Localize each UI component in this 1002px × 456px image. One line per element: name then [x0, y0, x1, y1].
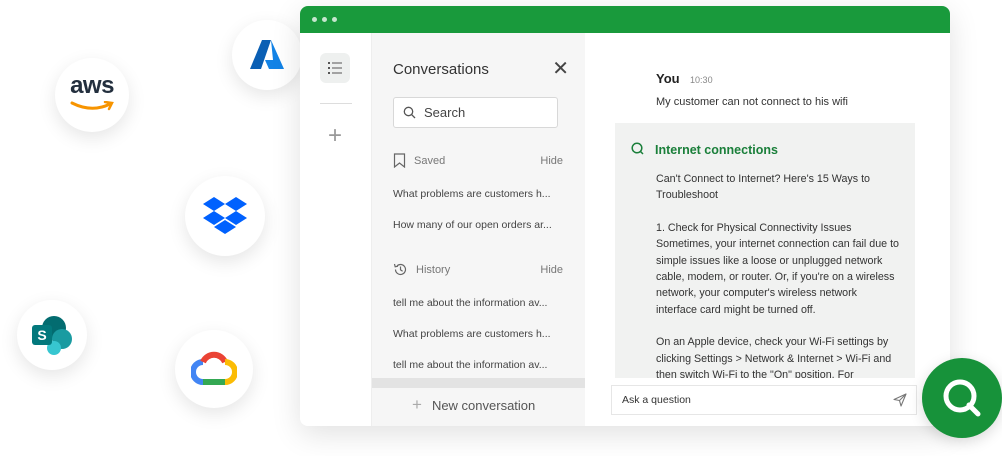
history-hide-link[interactable]: Hide — [540, 264, 563, 276]
answer-body: Can't Connect to Internet? Here's 15 Way… — [656, 171, 899, 378]
answer-title: Internet connections — [655, 143, 778, 157]
bookmark-icon — [393, 153, 406, 168]
rail-divider — [320, 103, 352, 104]
aws-logo: aws — [55, 58, 129, 132]
dropbox-logo — [185, 176, 265, 256]
history-icon — [393, 263, 407, 276]
search-icon — [403, 106, 416, 119]
answer-paragraph: On an Apple device, check your Wi-Fi set… — [656, 336, 892, 378]
assistant-logo-icon — [631, 142, 644, 155]
search-input[interactable] — [424, 105, 544, 120]
send-icon — [893, 393, 907, 407]
message-time: 10:30 — [690, 75, 713, 85]
conversations-panel: Conversations ✕ Saved Hide What problems… — [372, 33, 585, 426]
close-icon[interactable]: ✕ — [552, 59, 569, 79]
window-titlebar — [300, 6, 950, 33]
plus-icon: + — [412, 395, 422, 414]
question-field[interactable] — [611, 385, 917, 415]
send-button[interactable] — [893, 393, 907, 412]
history-section-header: History Hide — [393, 262, 563, 277]
user-name: You — [656, 71, 680, 86]
sharepoint-logo: S — [17, 300, 87, 370]
window-dot — [322, 17, 327, 22]
history-item[interactable]: tell me about the information av... — [393, 297, 563, 309]
svg-text:S: S — [37, 327, 46, 343]
assistant-logo-icon — [943, 379, 981, 417]
conversations-header: Conversations ✕ — [393, 59, 569, 79]
conversations-list-button[interactable] — [320, 53, 350, 83]
chat-area: You 10:30 My customer can not connect to… — [585, 33, 950, 426]
user-message-text: My customer can not connect to his wifi — [656, 96, 848, 108]
saved-item[interactable]: How many of our open orders ar... — [393, 219, 563, 231]
answer-card: Internet connections Can't Connect to In… — [615, 123, 915, 378]
history-item[interactable]: What problems are customers h... — [393, 328, 563, 340]
answer-paragraph: Can't Connect to Internet? Here's 15 Way… — [656, 173, 870, 202]
user-message: You 10:30 My customer can not connect to… — [656, 70, 848, 108]
saved-label: Saved — [414, 154, 446, 167]
saved-section-header: Saved Hide — [393, 153, 563, 168]
plus-icon: + — [327, 122, 342, 149]
azure-icon — [250, 40, 284, 69]
new-conversation-label: New conversation — [431, 397, 536, 413]
list-icon — [328, 62, 342, 74]
sharepoint-icon: S — [32, 316, 72, 355]
question-input[interactable] — [622, 394, 882, 406]
google-cloud-icon — [191, 351, 237, 385]
saved-item[interactable]: What problems are customers h... — [393, 188, 563, 200]
nav-rail: + — [300, 33, 372, 426]
window-dot — [312, 17, 317, 22]
window-dot — [332, 17, 337, 22]
answer-paragraph: 1. Check for Physical Connectivity Issue… — [656, 221, 899, 316]
new-chat-button[interactable]: + — [320, 121, 350, 151]
dropbox-icon — [203, 197, 247, 234]
new-conversation-button[interactable]: + New conversation — [412, 395, 535, 415]
saved-hide-link[interactable]: Hide — [540, 155, 563, 167]
conversations-title: Conversations — [393, 60, 489, 78]
app-window: + Conversations ✕ Saved Hide What proble… — [300, 6, 950, 426]
history-item[interactable]: tell me about the information av... — [393, 359, 563, 371]
google-cloud-logo — [175, 330, 253, 408]
assistant-launcher-button[interactable] — [922, 358, 1002, 438]
history-label: History — [416, 263, 451, 276]
azure-logo — [232, 20, 302, 90]
aws-smile-icon — [70, 100, 114, 111]
panel-divider — [372, 378, 585, 388]
search-field[interactable] — [393, 97, 558, 128]
